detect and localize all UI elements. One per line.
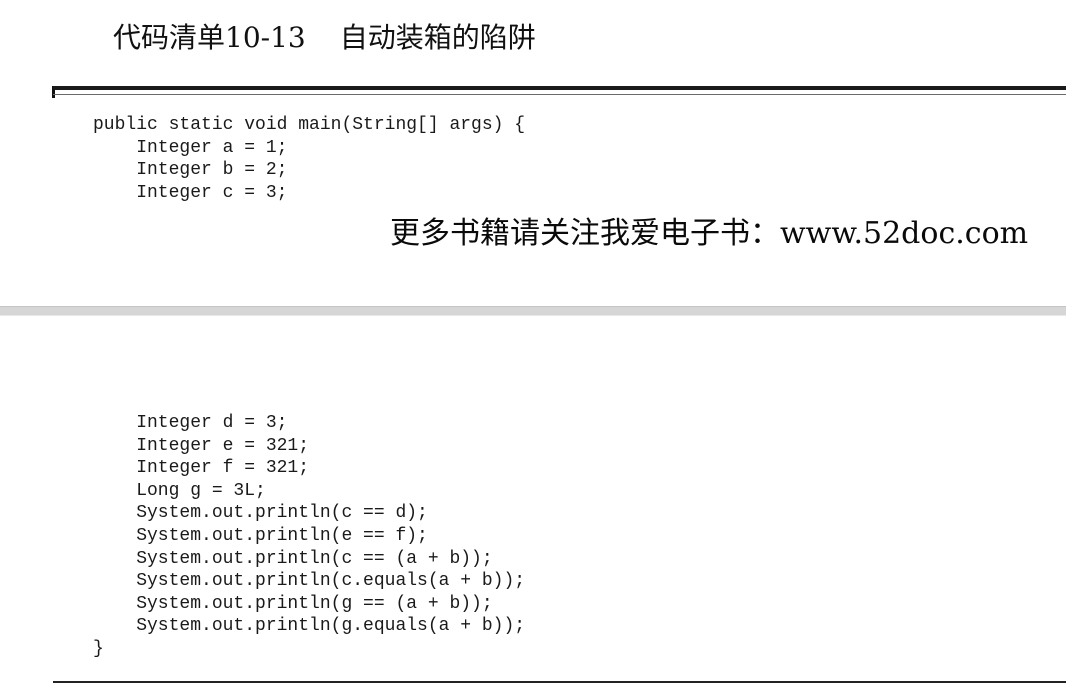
code-line: Long g = 3L; xyxy=(93,480,266,501)
watermark-text: 更多书籍请关注我爱电子书：www.52doc.com xyxy=(390,216,1029,251)
code-line: Integer e = 321; xyxy=(93,435,310,456)
code-line: } xyxy=(93,638,104,659)
code-line: System.out.println(g.equals(a + b)); xyxy=(93,616,526,637)
code-line: System.out.println(c == d); xyxy=(93,503,428,524)
listing-title: 自动装箱的陷阱 xyxy=(339,21,536,54)
code-line: Integer a = 1; xyxy=(93,137,288,158)
code-line: System.out.println(e == f); xyxy=(93,525,428,546)
listing-caption: 代码清单10-13 自动装箱的陷阱 xyxy=(113,16,536,60)
code-line: Integer b = 2; xyxy=(93,160,288,181)
bottom-rule xyxy=(53,681,1066,683)
code-line: public static void main(String[] args) { xyxy=(93,115,526,135)
page-break-divider xyxy=(0,306,1066,316)
top-rule-thin xyxy=(53,94,1066,95)
listing-label: 代码清单10-13 xyxy=(113,21,306,54)
top-rule-thick xyxy=(53,86,1066,90)
code-line: Integer d = 3; xyxy=(93,413,288,433)
code-line: Integer f = 321; xyxy=(93,458,310,479)
code-block-part-2: Integer d = 3; Integer e = 321; Integer … xyxy=(93,412,525,661)
code-line: System.out.println(g == (a + b)); xyxy=(93,593,493,614)
code-line: Integer c = 3; xyxy=(93,182,288,203)
code-line: System.out.println(c == (a + b)); xyxy=(93,548,493,569)
code-block-part-1: public static void main(String[] args) {… xyxy=(93,114,525,204)
code-line: System.out.println(c.equals(a + b)); xyxy=(93,571,526,592)
